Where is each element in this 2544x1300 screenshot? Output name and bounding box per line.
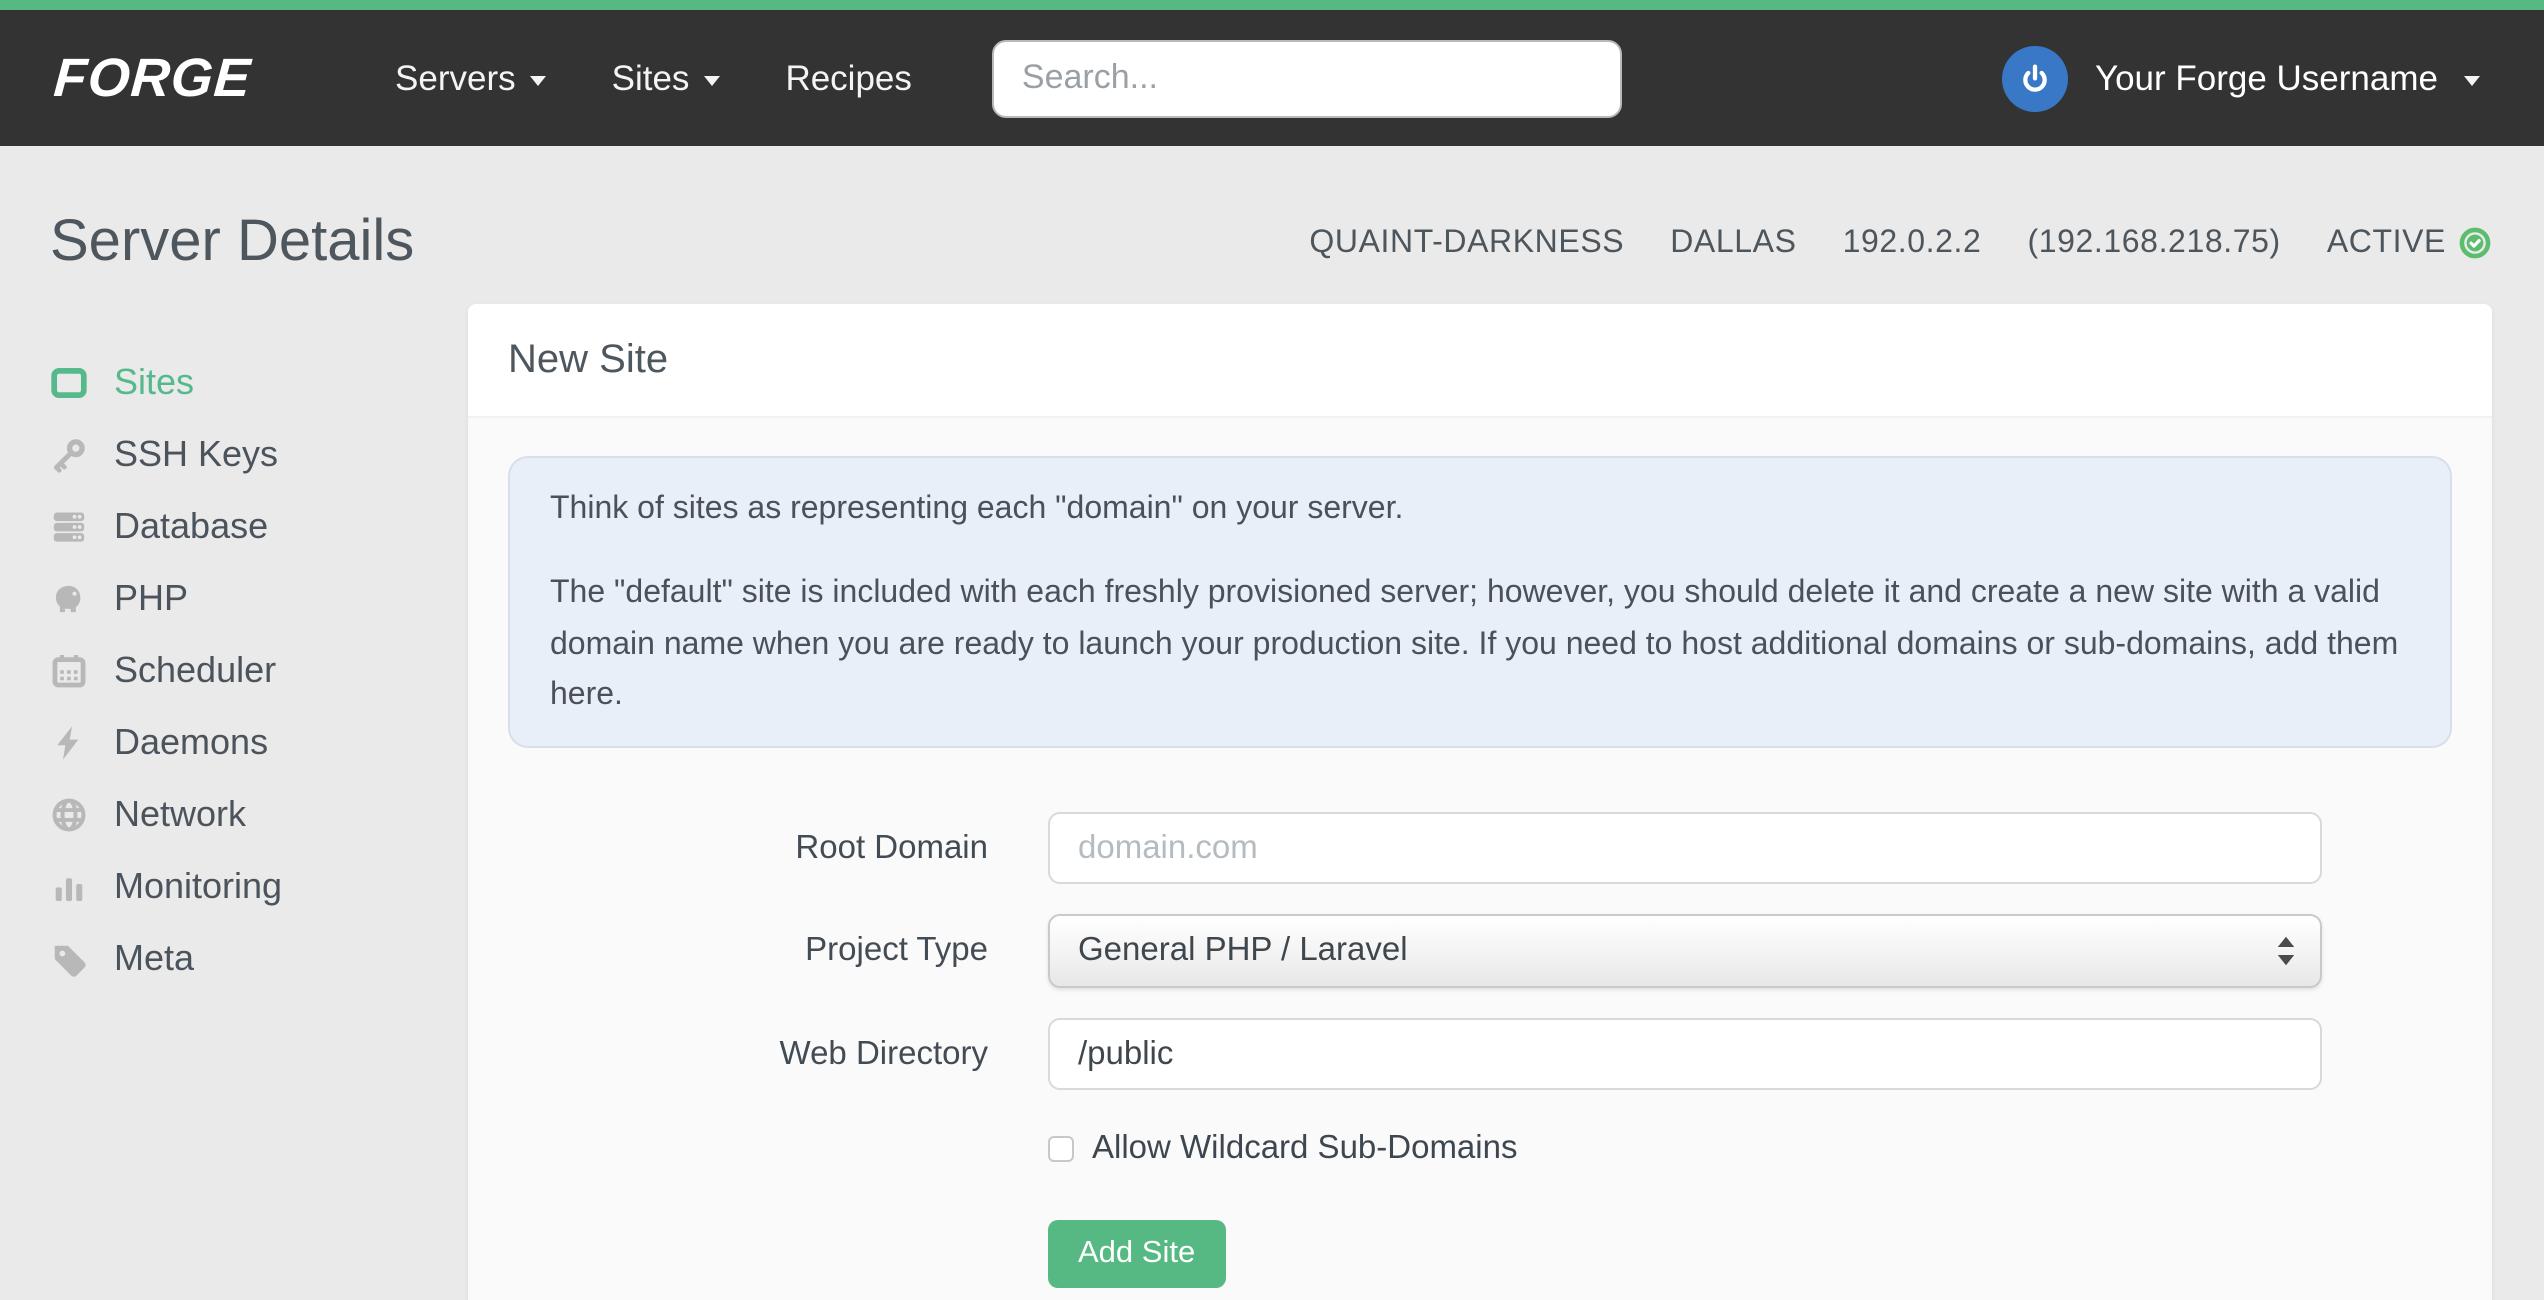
search-input[interactable] xyxy=(991,39,1622,117)
sidebar-item-ssh-keys[interactable]: SSH Keys xyxy=(50,418,468,490)
bar-chart-icon xyxy=(50,867,88,905)
forge-logo[interactable]: FORGE xyxy=(52,47,253,109)
server-name: QUAINT-DARKNESS xyxy=(1309,225,1625,259)
sidebar: Sites SSH Keys Database PHP Scheduler Da… xyxy=(50,304,468,994)
new-site-card: New Site Think of sites as representing … xyxy=(468,304,2492,1300)
card-title: New Site xyxy=(508,337,669,381)
top-navbar: FORGE Servers Sites Recipes Search... Yo… xyxy=(0,0,2544,146)
sidebar-item-php[interactable]: PHP xyxy=(50,562,468,634)
wildcard-label: Allow Wildcard Sub-Domains xyxy=(1092,1130,1518,1167)
root-domain-row: Root Domain xyxy=(508,812,2452,885)
chevron-down-icon xyxy=(529,75,546,85)
server-status: ACTIVE xyxy=(2326,225,2446,259)
server-region: DALLAS xyxy=(1670,225,1797,259)
project-type-selected-value: General PHP / Laravel xyxy=(1078,932,1408,969)
content-area: Server Details QUAINT-DARKNESS DALLAS 19… xyxy=(0,210,2544,1300)
root-domain-label: Root Domain xyxy=(795,829,988,866)
server-ip: 192.0.2.2 xyxy=(1842,225,1982,259)
tag-icon xyxy=(50,939,88,977)
card-header: New Site xyxy=(468,304,2492,418)
web-directory-input[interactable] xyxy=(1048,1018,2322,1091)
page-title: Server Details xyxy=(50,210,415,274)
sidebar-item-meta[interactable]: Meta xyxy=(50,922,468,994)
chevron-down-icon xyxy=(703,75,720,85)
sidebar-item-scheduler[interactable]: Scheduler xyxy=(50,634,468,706)
server-meta: QUAINT-DARKNESS DALLAS 192.0.2.2 (192.16… xyxy=(1309,225,2492,261)
server-private-ip: (192.168.218.75) xyxy=(2027,225,2281,259)
forge-app: FORGE Servers Sites Recipes Search... Yo… xyxy=(0,0,2544,1300)
info-paragraph-2: The "default" site is included with each… xyxy=(550,576,2399,712)
root-domain-input[interactable] xyxy=(1048,812,2322,885)
browser-window-icon xyxy=(50,363,88,401)
main-row: Sites SSH Keys Database PHP Scheduler Da… xyxy=(50,304,2492,1300)
key-icon xyxy=(50,435,88,473)
nav-links: Servers Sites Recipes xyxy=(395,57,912,99)
status-badge: ACTIVE xyxy=(2327,225,2492,261)
nav-item-recipes[interactable]: Recipes xyxy=(785,57,911,99)
power-icon xyxy=(2024,63,2048,91)
server-stack-icon xyxy=(50,507,88,545)
username-label: Your Forge Username xyxy=(2094,57,2438,97)
sidebar-item-network[interactable]: Network xyxy=(50,778,468,850)
project-type-label: Project Type xyxy=(805,932,988,969)
check-circle-icon xyxy=(2459,227,2491,259)
submit-row: Add Site xyxy=(1048,1220,2452,1289)
elephant-icon xyxy=(50,579,88,617)
calendar-icon xyxy=(50,651,88,689)
user-menu[interactable]: Your Forge Username xyxy=(2002,45,2480,111)
nav-item-servers[interactable]: Servers xyxy=(395,57,546,99)
select-arrows-icon xyxy=(2277,936,2295,966)
sidebar-item-monitoring[interactable]: Monitoring xyxy=(50,850,468,922)
page-header: Server Details QUAINT-DARKNESS DALLAS 19… xyxy=(50,210,2492,276)
web-directory-row: Web Directory xyxy=(508,1018,2452,1091)
search-wrap xyxy=(991,39,1622,117)
card-body: Think of sites as representing each "dom… xyxy=(468,418,2492,1300)
wildcard-checkbox[interactable] xyxy=(1048,1136,1074,1163)
wildcard-row: Allow Wildcard Sub-Domains xyxy=(1048,1130,2452,1168)
chevron-down-icon xyxy=(2464,75,2480,85)
info-paragraph-1: Think of sites as representing each "dom… xyxy=(550,492,1404,526)
sidebar-item-sites[interactable]: Sites xyxy=(50,346,468,418)
web-directory-label: Web Directory xyxy=(779,1035,988,1072)
project-type-select[interactable]: General PHP / Laravel xyxy=(1048,914,2322,989)
avatar xyxy=(2002,45,2069,111)
project-type-row: Project Type General PHP / Laravel xyxy=(508,914,2452,989)
sidebar-item-database[interactable]: Database xyxy=(50,490,468,562)
info-box: Think of sites as representing each "dom… xyxy=(508,456,2452,749)
nav-item-sites[interactable]: Sites xyxy=(612,57,720,99)
globe-icon xyxy=(50,795,88,833)
add-site-button[interactable]: Add Site xyxy=(1048,1220,1226,1289)
lightning-icon xyxy=(50,723,88,761)
sidebar-item-daemons[interactable]: Daemons xyxy=(50,706,468,778)
